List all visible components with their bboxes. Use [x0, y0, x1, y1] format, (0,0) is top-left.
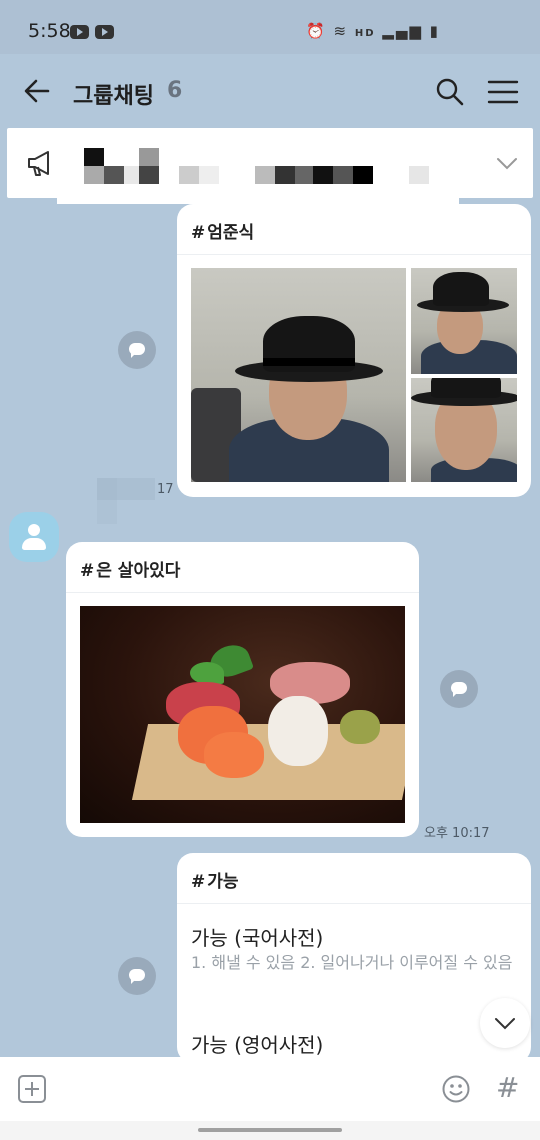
message-bubble[interactable]: # 엄준식 — [177, 204, 531, 497]
message-input-bar: # — [0, 1057, 540, 1121]
chat-room-title: 그룹채팅 — [73, 84, 154, 109]
message-bubble[interactable]: # 가능 가능 (국어사전) 1. 해낼 수 있음 2. 일어나거나 이루어질 수… — [177, 853, 531, 1063]
avatar-silhouette — [28, 524, 40, 536]
system-navigation-bar — [0, 1121, 540, 1140]
chat-header: 그룹채팅 6 — [0, 54, 540, 128]
photo-thumbnail[interactable] — [411, 378, 517, 482]
chevron-down-icon — [495, 1018, 515, 1030]
megaphone-icon — [28, 151, 49, 176]
share-icon[interactable] — [440, 670, 478, 708]
divider — [66, 592, 419, 593]
battery-icon: ▮ — [429, 22, 440, 40]
hashtag-symbol: # — [191, 223, 206, 243]
home-indicator[interactable] — [198, 1128, 342, 1132]
sender-name-pixelated — [97, 478, 155, 524]
hashtag-symbol: # — [80, 561, 95, 581]
chevron-down-icon[interactable] — [494, 150, 520, 176]
photo-thumbnail[interactable] — [411, 268, 517, 374]
system-status-icons: ⏰ ≋ HD ▂▄▆ ▮ — [306, 22, 440, 40]
signal-icon: ▂▄▆ — [382, 22, 423, 40]
dictionary-entry-title[interactable]: 가능 (국어사전) — [191, 922, 323, 951]
photo-thumbnail[interactable] — [191, 268, 406, 482]
search-icon[interactable] — [434, 76, 466, 108]
avatar[interactable] — [9, 512, 59, 562]
dictionary-definition: 1. 해낼 수 있음 2. 일어나거나 이루어질 수 있음 — [191, 953, 513, 972]
message-input[interactable] — [60, 1073, 420, 1105]
hashtag-title: # 엄준식 — [191, 223, 255, 243]
member-count: 6 — [167, 78, 183, 103]
hd-voice-icon: HD — [354, 28, 376, 39]
emoji-icon[interactable] — [441, 1074, 471, 1104]
message-bubble[interactable]: # 은 살아있다 — [66, 542, 419, 837]
notice-banner[interactable] — [7, 128, 533, 198]
divider — [177, 254, 531, 255]
wifi-icon: ≋ — [333, 22, 349, 40]
menu-icon[interactable] — [486, 76, 520, 108]
hashtag-icon[interactable]: # — [496, 1071, 519, 1104]
alarm-icon: ⏰ — [306, 22, 327, 40]
youtube-notification-icon — [95, 25, 114, 39]
status-time: 5:58 — [28, 20, 71, 42]
hashtag-symbol: # — [191, 872, 206, 892]
read-count: 17 — [157, 482, 174, 497]
share-icon[interactable] — [118, 331, 156, 369]
scroll-to-bottom-button[interactable] — [480, 998, 530, 1048]
share-icon[interactable] — [118, 957, 156, 995]
photo-thumbnail[interactable] — [80, 606, 405, 823]
hashtag-title: # 가능 — [191, 872, 239, 892]
back-arrow-icon[interactable] — [20, 74, 54, 108]
dictionary-entry-title[interactable]: 가능 (영어사전) — [191, 1029, 323, 1058]
divider — [177, 903, 531, 904]
status-bar: 5:58 ⏰ ≋ HD ▂▄▆ ▮ — [0, 0, 540, 54]
message-time: 오후 10:17 — [424, 826, 490, 841]
hashtag-title: # 은 살아있다 — [80, 561, 181, 581]
notice-text-pixelated — [79, 146, 439, 186]
youtube-notification-icon — [70, 25, 89, 39]
plus-icon[interactable] — [18, 1075, 46, 1103]
